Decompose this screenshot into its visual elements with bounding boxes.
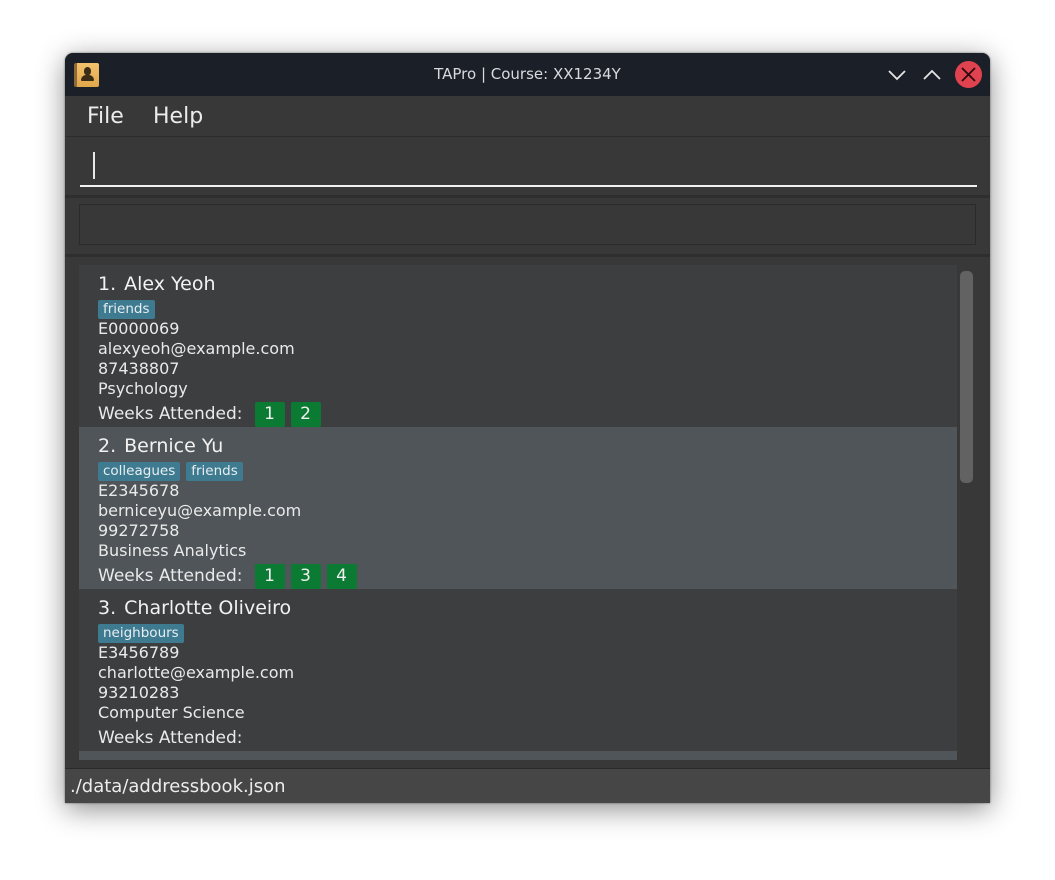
person-phone: 99272758 [98, 521, 180, 540]
person-major: Computer Science [98, 703, 245, 722]
maximize-button[interactable] [920, 63, 944, 87]
person-email: berniceyu@example.com [98, 501, 302, 520]
tag: friends [98, 300, 155, 319]
person-email: alexyeoh@example.com [98, 339, 295, 358]
result-panel [65, 198, 990, 257]
person-major: Psychology [98, 379, 188, 398]
next-person-card-peek[interactable] [79, 751, 957, 760]
person-card[interactable]: 2. Bernice Yu colleagues friends E2345678 … [79, 427, 957, 589]
person-id: E2345678 [98, 481, 180, 500]
text-caret [93, 152, 95, 179]
command-input[interactable] [80, 145, 977, 187]
menu-bar: File Help [65, 96, 990, 137]
menu-help[interactable]: Help [153, 104, 203, 129]
weeks-attended: Weeks Attended: 1 2 [98, 400, 957, 428]
tag: neighbours [98, 624, 184, 643]
chevron-down-icon [888, 70, 906, 81]
person-id: E3456789 [98, 643, 180, 662]
result-display [79, 204, 976, 245]
week-badge: 1 [254, 401, 285, 427]
week-badge: 2 [290, 401, 321, 427]
tag-list: neighbours [98, 622, 957, 643]
tag-list: colleagues friends [98, 460, 957, 481]
command-box [65, 137, 990, 198]
person-list[interactable]: 1. Alex Yeoh friends E0000069 alexyeoh@ex… [79, 265, 957, 760]
person-card[interactable]: 1. Alex Yeoh friends E0000069 alexyeoh@ex… [79, 265, 957, 427]
person-phone: 93210283 [98, 683, 180, 702]
app-window: TAPro | Course: XX1234Y File Help 1. Alex… [65, 53, 990, 803]
weeks-attended: Weeks Attended: 1 3 4 [98, 562, 957, 590]
person-name: Alex Yeoh [124, 273, 216, 295]
weeks-attended: Weeks Attended: [98, 724, 957, 752]
close-button[interactable] [955, 61, 982, 88]
weeks-attended-label: Weeks Attended: [98, 728, 243, 748]
person-email: charlotte@example.com [98, 663, 295, 682]
list-scrollbar[interactable] [960, 271, 973, 483]
person-card[interactable]: 3. Charlotte Oliveiro neighbours E3456789… [79, 589, 957, 751]
person-name-row: 2. Bernice Yu [98, 434, 957, 458]
tag: colleagues [98, 462, 181, 481]
chevron-up-icon [923, 69, 941, 80]
tag: friends [186, 462, 243, 481]
weeks-attended-label: Weeks Attended: [98, 404, 243, 424]
title-bar[interactable]: TAPro | Course: XX1234Y [65, 53, 990, 96]
menu-file[interactable]: File [87, 104, 124, 129]
week-badge: 1 [254, 563, 285, 589]
person-id: E0000069 [98, 319, 180, 338]
person-list-panel: 1. Alex Yeoh friends E0000069 alexyeoh@ex… [65, 257, 990, 769]
person-index: 1. [98, 273, 117, 295]
person-major: Business Analytics [98, 541, 247, 560]
person-name: Charlotte Oliveiro [124, 597, 292, 619]
close-icon [961, 67, 976, 82]
person-name-row: 3. Charlotte Oliveiro [98, 596, 957, 620]
minimize-button[interactable] [885, 63, 909, 87]
save-file-path: ./data/addressbook.json [70, 776, 286, 797]
person-name: Bernice Yu [124, 435, 224, 457]
week-badge: 3 [290, 563, 321, 589]
window-title: TAPro | Course: XX1234Y [434, 65, 621, 83]
tag-list: friends [98, 298, 957, 319]
person-index: 3. [98, 597, 117, 619]
person-index: 2. [98, 435, 117, 457]
status-bar: ./data/addressbook.json [65, 769, 990, 803]
person-phone: 87438807 [98, 359, 180, 378]
week-badge: 4 [326, 563, 357, 589]
weeks-attended-label: Weeks Attended: [98, 566, 243, 586]
person-name-row: 1. Alex Yeoh [98, 272, 957, 296]
